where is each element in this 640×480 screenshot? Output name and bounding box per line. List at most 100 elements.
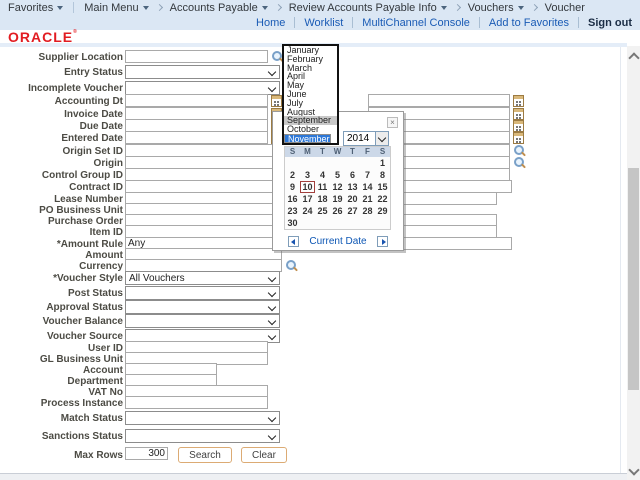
calendar-day-empty	[375, 217, 390, 229]
due-date-to-calendar-icon[interactable]	[513, 120, 524, 132]
previous-month-icon[interactable]	[288, 236, 299, 247]
calendar-week-row: 2345678	[285, 169, 390, 181]
month-option-november[interactable]: November	[284, 134, 331, 143]
post-status-select[interactable]	[125, 286, 280, 300]
calendar-day-9[interactable]: 9	[285, 181, 300, 193]
breadcrumb-bar: Favorites Main Menu Accounts Payable Review…	[0, 0, 640, 15]
month-option-september[interactable]: September	[284, 116, 337, 125]
calendar-day-13[interactable]: 13	[345, 181, 360, 193]
sign-out-link[interactable]: Sign out	[588, 17, 632, 29]
nav-main-menu[interactable]: Main Menu	[84, 2, 148, 14]
calendar-day-14[interactable]: 14	[360, 181, 375, 193]
calendar-day-23[interactable]: 23	[285, 205, 300, 217]
next-month-icon[interactable]	[377, 236, 388, 247]
calendar-day-26[interactable]: 26	[330, 205, 345, 217]
calendar-day-30[interactable]: 30	[285, 217, 300, 229]
calendar-day-10[interactable]: 10	[300, 181, 315, 193]
entered-date-input[interactable]	[125, 131, 268, 144]
calendar-day-20[interactable]: 20	[345, 193, 360, 205]
chevron-down-icon	[268, 332, 276, 340]
calendar-day-6[interactable]: 6	[345, 169, 360, 181]
calendar-day-2[interactable]: 2	[285, 169, 300, 181]
month-option-february[interactable]: February	[284, 55, 337, 64]
scrollbar-thumb[interactable]	[628, 168, 639, 390]
calendar-day-21[interactable]: 21	[360, 193, 375, 205]
currency-lookup-icon[interactable]	[285, 259, 298, 272]
calendar-day-18[interactable]: 18	[315, 193, 330, 205]
calendar-week-row: 23242526272829	[285, 205, 390, 217]
vertical-scrollbar[interactable]	[627, 46, 640, 480]
link-divider	[294, 17, 295, 28]
calendar-day-3[interactable]: 3	[300, 169, 315, 181]
calendar-day-19[interactable]: 19	[330, 193, 345, 205]
month-option-january[interactable]: January	[284, 46, 337, 55]
entered-date-to-calendar-icon[interactable]	[513, 132, 524, 144]
calendar-day-15[interactable]: 15	[375, 181, 390, 193]
current-date-link[interactable]: Current Date	[309, 236, 366, 247]
scroll-up-icon[interactable]	[628, 52, 639, 63]
calendar-year-select[interactable]: 2014	[343, 131, 389, 146]
month-option-july[interactable]: July	[284, 99, 337, 108]
month-option-june[interactable]: June	[284, 90, 337, 99]
header-link-multichannel-console[interactable]: MultiChannel Console	[362, 17, 470, 29]
match-status-select[interactable]	[125, 411, 280, 425]
calendar-day-11[interactable]: 11	[315, 181, 330, 193]
entry-status-select[interactable]	[125, 65, 280, 79]
calendar-day-empty	[360, 157, 375, 169]
approval-status-select[interactable]	[125, 300, 280, 314]
accounting-dt-to-calendar-icon[interactable]	[513, 95, 524, 107]
invoice-date-to-calendar-icon[interactable]	[513, 108, 524, 120]
month-option-may[interactable]: May	[284, 81, 337, 90]
accounting-dt-calendar-icon[interactable]	[271, 95, 282, 107]
process-instance-input[interactable]	[125, 396, 268, 409]
calendar-day-22[interactable]: 22	[375, 193, 390, 205]
breadcrumb-voucher[interactable]: Voucher	[545, 2, 585, 14]
accounting-dt-to-input[interactable]	[368, 94, 510, 107]
month-option-october[interactable]: October	[284, 125, 337, 134]
calendar-day-4[interactable]: 4	[315, 169, 330, 181]
calendar-day-16[interactable]: 16	[285, 193, 300, 205]
calendar-day-empty	[315, 157, 330, 169]
accounting-dt-input[interactable]	[125, 94, 268, 107]
calendar-day-29[interactable]: 29	[375, 205, 390, 217]
month-option-august[interactable]: August	[284, 108, 337, 117]
month-option-april[interactable]: April	[284, 72, 337, 81]
breadcrumb-voucher-label: Voucher	[545, 2, 585, 14]
calendar-day-1[interactable]: 1	[375, 157, 390, 169]
calendar-day-24[interactable]: 24	[300, 205, 315, 217]
chevron-down-icon	[268, 274, 276, 282]
header-links-bar: Home Worklist MultiChannel Console Add to F…	[0, 15, 640, 30]
calendar-day-8[interactable]: 8	[375, 169, 390, 181]
calendar-close-icon[interactable]: ×	[387, 117, 398, 128]
scroll-down-icon[interactable]	[628, 464, 639, 475]
calendar-day-27[interactable]: 27	[345, 205, 360, 217]
calendar-day-7[interactable]: 7	[360, 169, 375, 181]
calendar-day-17[interactable]: 17	[300, 193, 315, 205]
voucher-balance-select[interactable]	[125, 314, 280, 328]
origin-to-lookup-icon[interactable]	[513, 156, 526, 169]
month-option-march[interactable]: March	[284, 64, 337, 73]
peoplesoft-voucher-search-page: Favorites Main Menu Accounts Payable Review…	[0, 0, 640, 480]
weekday-label: T	[345, 147, 360, 157]
sanctions-status-select[interactable]	[125, 429, 280, 443]
calendar-day-28[interactable]: 28	[360, 205, 375, 217]
breadcrumb-accounts-payable[interactable]: Accounts Payable	[170, 2, 268, 14]
incomplete-voucher-select[interactable]	[125, 81, 280, 95]
header-link-home[interactable]: Home	[256, 17, 285, 29]
voucher-style-select[interactable]: All Vouchers	[125, 271, 280, 285]
supplier-location-input[interactable]	[125, 50, 268, 63]
header-link-worklist[interactable]: Worklist	[304, 17, 343, 29]
calendar-day-25[interactable]: 25	[315, 205, 330, 217]
breadcrumb-vouchers[interactable]: Vouchers	[468, 2, 524, 14]
clear-button[interactable]: Clear	[241, 447, 287, 463]
header-link-add-to-favorites[interactable]: Add to Favorites	[489, 17, 569, 29]
max-rows-input[interactable]	[125, 447, 168, 460]
calendar-year-dropdown-button[interactable]	[375, 132, 388, 145]
calendar-day-5[interactable]: 5	[330, 169, 345, 181]
search-button[interactable]: Search	[178, 447, 232, 463]
field-label-accounting-dt: Accounting Dt	[0, 95, 123, 108]
nav-favorites[interactable]: Favorites	[8, 2, 63, 14]
calendar-day-12[interactable]: 12	[330, 181, 345, 193]
breadcrumb-review-accounts-payable-info[interactable]: Review Accounts Payable Info	[289, 2, 447, 14]
weekday-label: F	[360, 147, 375, 157]
